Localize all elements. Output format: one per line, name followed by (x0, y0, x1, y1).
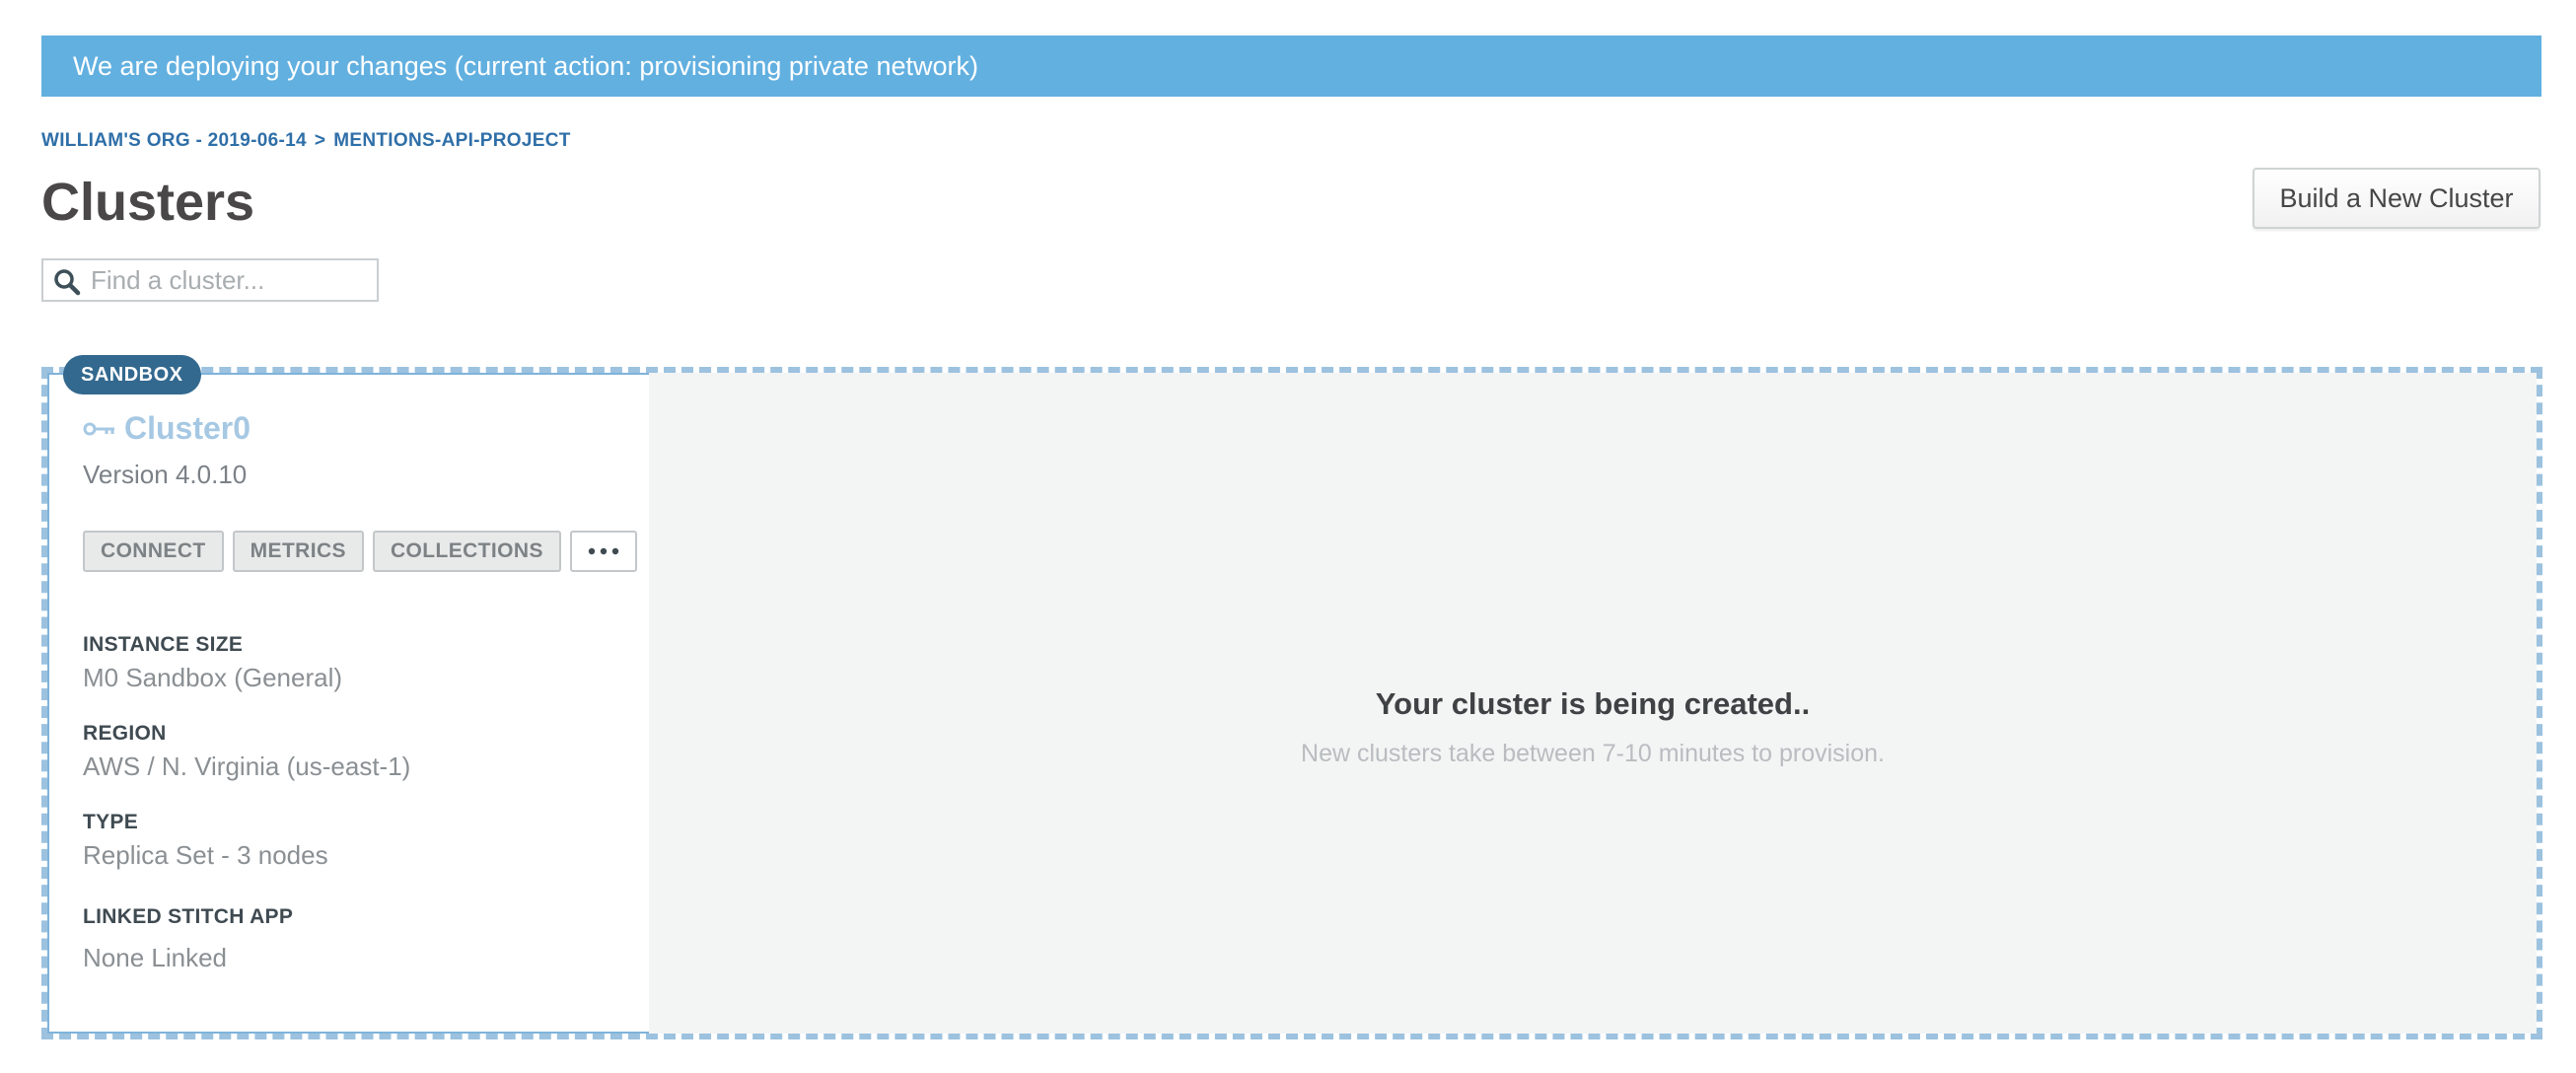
build-new-cluster-button[interactable]: Build a New Cluster (2253, 168, 2540, 229)
region-label: REGION (83, 722, 167, 745)
stitch-app-value: None Linked (83, 943, 227, 972)
cluster-status-panel: Your cluster is being created.. New clus… (649, 373, 2537, 1034)
cluster-name[interactable]: Cluster0 (124, 410, 250, 447)
cluster-version: Version 4.0.10 (83, 460, 248, 489)
tier-badge: SANDBOX (63, 355, 201, 394)
metrics-button[interactable]: METRICS (232, 531, 364, 572)
type-label: TYPE (83, 811, 139, 833)
instance-size-value: M0 Sandbox (General) (83, 663, 343, 692)
breadcrumb-project[interactable]: MENTIONS-API-PROJECT (333, 130, 570, 151)
type-value: Replica Set - 3 nodes (83, 840, 328, 870)
collections-button[interactable]: COLLECTIONS (372, 531, 561, 572)
cluster-actions: CONNECT METRICS COLLECTIONS (83, 531, 637, 572)
deployment-banner: We are deploying your changes (current a… (41, 36, 2541, 97)
region-block: REGION AWS / N. Virginia (us-east-1) (83, 722, 410, 782)
more-options-button[interactable] (569, 531, 637, 572)
page-title: Clusters (41, 173, 255, 232)
instance-size-label: INSTANCE SIZE (83, 633, 244, 656)
cluster-summary-panel: Cluster0 Version 4.0.10 CONNECT METRICS … (47, 373, 649, 1034)
stitch-app-label: LINKED STITCH APP (83, 905, 294, 928)
region-value: AWS / N. Virginia (us-east-1) (83, 751, 411, 781)
status-subtitle: New clusters take between 7-10 minutes t… (1301, 740, 1885, 767)
type-block: TYPE Replica Set - 3 nodes (83, 811, 328, 871)
key-icon (83, 422, 114, 435)
breadcrumb-separator: > (314, 130, 326, 151)
search-icon (54, 269, 81, 296)
stitch-app-block: LINKED STITCH APP None Linked (83, 905, 293, 973)
connect-button[interactable]: CONNECT (83, 531, 224, 572)
cluster-search[interactable] (41, 258, 379, 302)
status-title: Your cluster is being created.. (1375, 686, 1811, 721)
search-input[interactable] (91, 260, 367, 300)
instance-size-block: INSTANCE SIZE M0 Sandbox (General) (83, 633, 342, 693)
breadcrumb-org[interactable]: WILLIAM'S ORG - 2019-06-14 (41, 130, 307, 151)
clusters-page: We are deploying your changes (current a… (0, 0, 2576, 1073)
breadcrumb: WILLIAM'S ORG - 2019-06-14 > MENTIONS-API-… (41, 130, 571, 152)
cluster-card: Cluster0 Version 4.0.10 CONNECT METRICS … (41, 367, 2542, 1039)
cluster-name-row[interactable]: Cluster0 (83, 410, 250, 447)
ellipsis-icon (588, 547, 619, 555)
deployment-banner-text: We are deploying your changes (current a… (73, 51, 978, 81)
